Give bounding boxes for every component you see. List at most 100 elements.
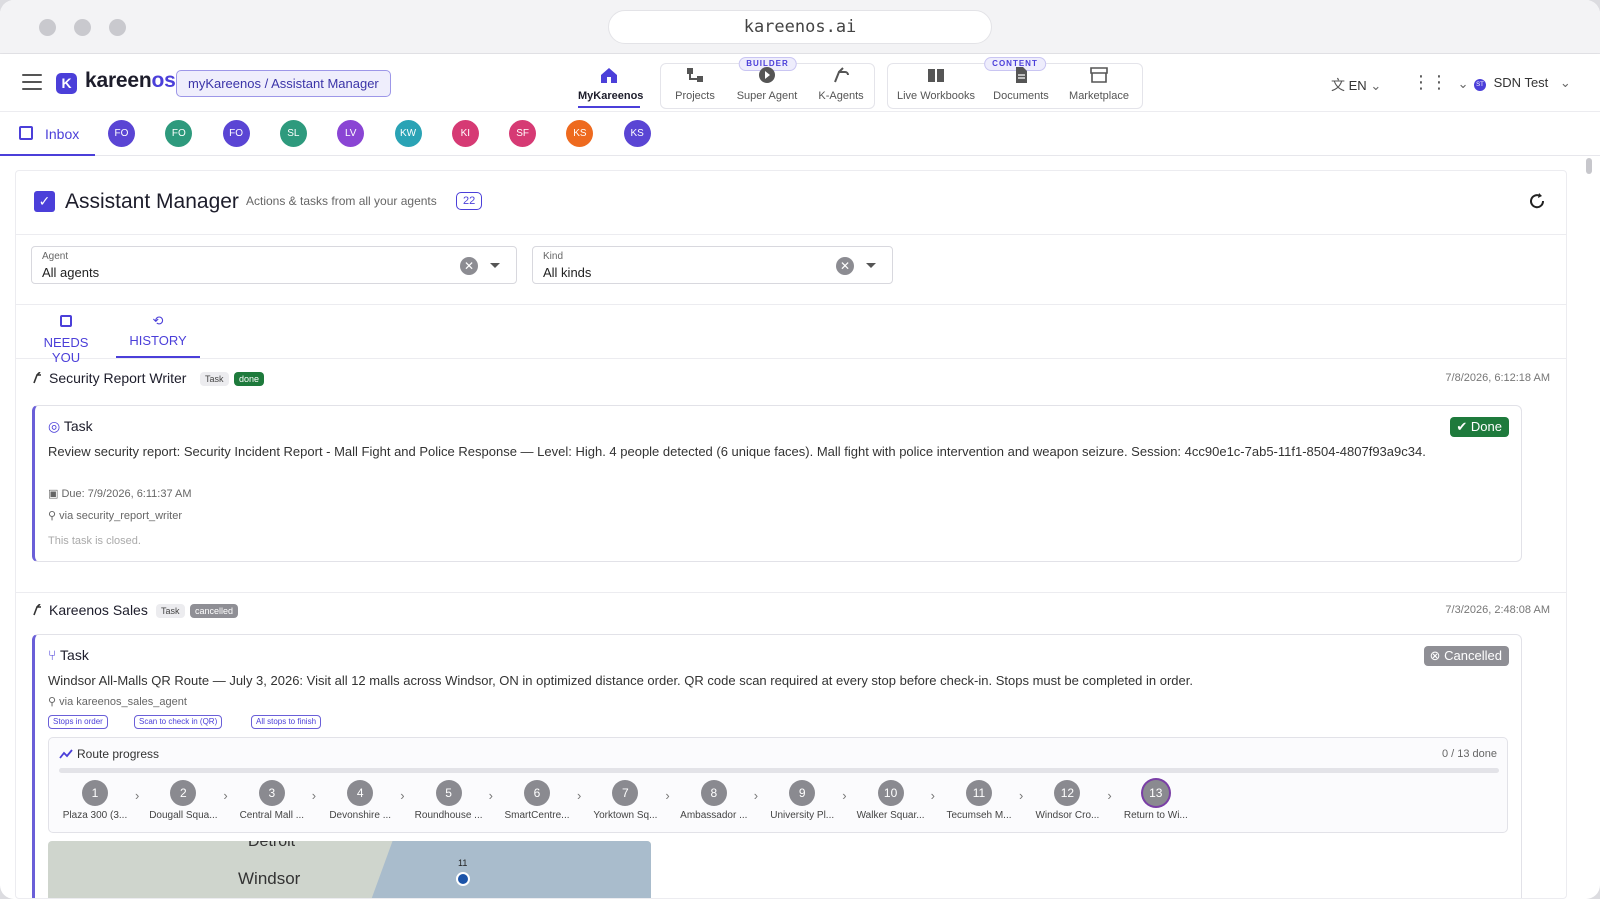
count-badge: 22 xyxy=(456,192,483,210)
agent-icon xyxy=(33,604,41,616)
route-stop[interactable]: 1 Plaza 300 (3... xyxy=(50,780,140,821)
route-stop[interactable]: 12 Windsor Cro... xyxy=(1022,780,1112,821)
route-stop[interactable]: 9 University Pl... xyxy=(757,780,847,821)
task-due: ▣ Due: 7/9/2026, 6:11:37 AM xyxy=(48,488,192,500)
nav-projects[interactable]: Projects xyxy=(668,66,722,102)
window-maximize-dot[interactable] xyxy=(109,19,126,36)
nav-super-agent[interactable]: Super Agent xyxy=(733,66,801,102)
clear-icon[interactable]: ✕ xyxy=(460,257,478,275)
route-stop-number: 8 xyxy=(700,780,727,806)
route-stop[interactable]: 10 Walker Squar... xyxy=(846,780,936,821)
brand-name[interactable]: kareenos xyxy=(85,69,176,93)
agent-avatar[interactable]: KS xyxy=(623,120,651,147)
nav-documents[interactable]: Documents xyxy=(990,66,1052,102)
logo-icon: K xyxy=(56,73,77,94)
route-stop-number: 9 xyxy=(789,780,816,806)
route-stop[interactable]: 7 Yorktown Sq... xyxy=(580,780,670,821)
agent-avatar[interactable]: SL xyxy=(279,120,307,147)
map-label-city: Windsor xyxy=(238,869,301,888)
assistant-manager-panel: ✓ Assistant Manager Actions & tasks from… xyxy=(15,170,1567,899)
nav-super-agent-label: Super Agent xyxy=(736,90,798,102)
check-circle-icon: ◎ xyxy=(48,418,61,434)
task-kind: ⑂ Task xyxy=(48,647,89,663)
route-stop-number: 2 xyxy=(170,780,197,806)
kind-pill: Task xyxy=(156,604,185,618)
agent-avatar[interactable]: LV xyxy=(337,120,365,147)
route-stop[interactable]: 6 SmartCentre... xyxy=(492,780,582,821)
route-stop-number: 5 xyxy=(435,780,462,806)
window-close-dot[interactable] xyxy=(39,19,56,36)
timestamp: 7/8/2026, 6:12:18 AM xyxy=(1445,372,1550,384)
nav-documents-label: Documents xyxy=(993,90,1049,102)
agent-icon: ⚲ xyxy=(48,696,57,708)
browser-chrome: kareenos.ai xyxy=(0,0,1600,54)
tab-history[interactable]: ⟲ HISTORY xyxy=(116,313,200,358)
agent-avatar[interactable]: FO xyxy=(108,120,135,147)
panel-header: ✓ Assistant Manager Actions & tasks from… xyxy=(16,171,1566,235)
task-card[interactable]: ◎ Task ✔ Done Review security report: Se… xyxy=(32,405,1522,562)
map-pin-icon[interactable] xyxy=(456,872,470,886)
tab-inbox[interactable]: Inbox xyxy=(0,112,95,156)
route-title: Route progress xyxy=(77,747,160,761)
route-stop[interactable]: 5 Roundhouse ... xyxy=(404,780,494,821)
route-stop[interactable]: 2 Dougall Squa... xyxy=(138,780,228,821)
route-stop-label: Tecumseh M... xyxy=(946,810,1012,821)
map-pin-label: 11 xyxy=(458,858,468,868)
agent-filter[interactable]: Agent All agents ✕ xyxy=(31,246,517,284)
route-stop[interactable]: 11 Tecumseh M... xyxy=(934,780,1024,821)
agent-avatar[interactable]: FO xyxy=(222,120,250,147)
menu-icon[interactable] xyxy=(22,74,42,90)
breadcrumb[interactable]: myKareenos / Assistant Manager xyxy=(176,70,391,97)
trend-icon xyxy=(59,749,73,759)
route-stop-label: Ambassador ... xyxy=(680,810,748,821)
agent-avatar[interactable]: KI xyxy=(451,120,479,147)
route-stop[interactable]: 13 Return to Wi... xyxy=(1111,780,1201,821)
clear-icon[interactable]: ✕ xyxy=(836,257,854,275)
scrollbar-thumb[interactable] xyxy=(1586,158,1592,174)
task-card[interactable]: ⑂ Task ⊗ Cancelled Windsor All-Malls QR … xyxy=(32,634,1522,898)
agent-avatar[interactable]: FO xyxy=(165,120,193,147)
chevron-down-icon: ⌄ xyxy=(1559,75,1571,90)
nav-marketplace[interactable]: Marketplace xyxy=(1064,66,1134,102)
apps-launcher[interactable]: ⋮⋮ ⌄ xyxy=(1412,72,1469,93)
workspace-selector[interactable]: ST SDN Test ⌄ xyxy=(1474,75,1571,91)
agent-name: Kareenos Sales xyxy=(49,602,148,618)
agent-icon: ⚲ xyxy=(48,510,57,522)
route-map[interactable]: Detroit Windsor 11 xyxy=(48,841,651,898)
task-closed-note: This task is closed. xyxy=(48,535,141,547)
nav-k-agents[interactable]: K-Agents xyxy=(812,66,870,102)
tab-needs-you[interactable]: NEEDS YOU xyxy=(31,313,101,365)
chevron-down-icon: ⌄ xyxy=(1457,76,1469,91)
nav-k-agents-label: K-Agents xyxy=(818,90,864,102)
river xyxy=(363,841,651,898)
agent-avatar[interactable]: SF xyxy=(509,120,537,147)
route-stop-number: 1 xyxy=(82,780,108,806)
refresh-icon[interactable] xyxy=(1528,192,1546,210)
filter-bar: Agent All agents ✕ Kind All kinds ✕ xyxy=(16,235,1566,305)
route-stop-label: Plaza 300 (3... xyxy=(62,810,128,821)
page-subtitle: Actions & tasks from all your agents xyxy=(246,194,437,208)
language-selector[interactable]: 文 EN ⌄ xyxy=(1331,75,1381,95)
kind-filter[interactable]: Kind All kinds ✕ xyxy=(532,246,893,284)
inbox-icon xyxy=(60,315,72,327)
browser-window: kareenos.ai K kareenos myKareenos / Assi… xyxy=(0,0,1600,899)
url-bar[interactable]: kareenos.ai xyxy=(608,10,992,44)
caret-down-icon[interactable] xyxy=(490,263,500,268)
route-progress-bar xyxy=(59,768,1499,773)
route-progress: Route progress 0 / 13 done 1 Plaza 300 (3… xyxy=(48,737,1508,833)
task-kind: ◎ Task xyxy=(48,418,93,434)
agent-name: Security Report Writer xyxy=(49,370,187,386)
document-icon xyxy=(1016,67,1027,83)
agent-avatar[interactable]: KS xyxy=(566,120,594,147)
route-stop[interactable]: 4 Devonshire ... xyxy=(315,780,405,821)
window-minimize-dot[interactable] xyxy=(74,19,91,36)
language-label: EN xyxy=(1348,78,1367,93)
task-description: Windsor All-Malls QR Route — July 3, 202… xyxy=(48,673,1193,688)
nav-live-workbooks[interactable]: Live Workbooks xyxy=(893,66,979,102)
route-stop[interactable]: 8 Ambassador ... xyxy=(669,780,759,821)
agent-avatar[interactable]: KW xyxy=(394,120,422,147)
caret-down-icon[interactable] xyxy=(866,263,876,268)
nav-mykareenos[interactable]: MyKareenos xyxy=(578,66,643,108)
route-stop[interactable]: 3 Central Mall ... xyxy=(227,780,317,821)
route-stop-number: 11 xyxy=(966,780,992,806)
